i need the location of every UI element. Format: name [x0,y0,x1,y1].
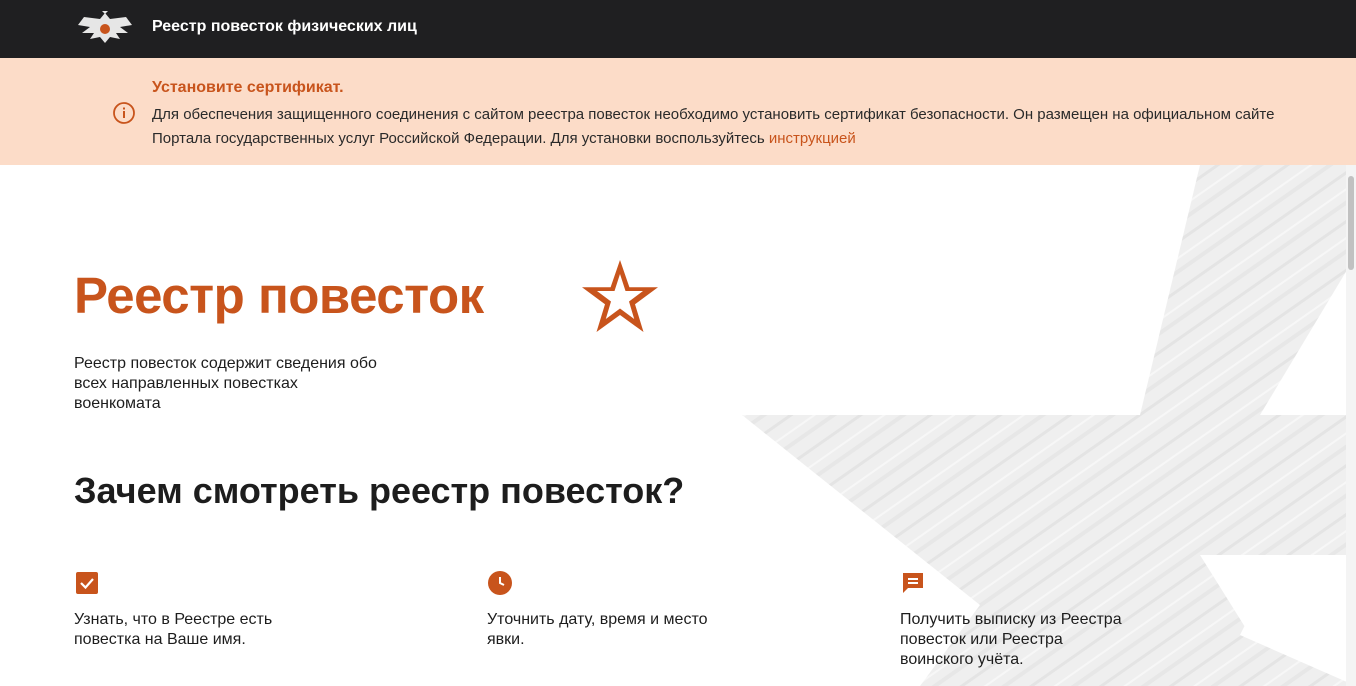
alert-title: Установите сертификат. [152,79,344,96]
message-icon [903,573,923,593]
why-section-title: Зачем смотреть реестр повесток? [74,470,685,511]
scrollbar-thumb[interactable] [1348,176,1354,270]
alert-message: Для обеспечения защищенного соединения с… [152,106,1275,147]
info-circle-icon [113,102,135,124]
feature-item-clock: Уточнить дату, время и место явки. [487,570,717,648]
feature-text: Узнать, что в Реестре есть повестка на В… [74,611,273,648]
feature-text: Уточнить дату, время и место явки. [487,611,708,648]
feature-item-message: Получить выписку из Реестра повесток или… [900,570,1130,668]
instruction-link[interactable]: инструкцией [769,130,856,147]
eagle-emblem-icon[interactable] [76,9,134,47]
site-title[interactable]: Реестр повесток физических лиц [152,18,417,36]
background-star-decoration [742,165,1356,686]
top-navbar: Реестр повесток физических лиц [0,0,1356,58]
feature-item-check: Узнать, что в Реестре есть повестка на В… [74,570,304,648]
clock-icon [488,571,512,595]
army-star-icon [582,260,658,332]
alert-text: Для обеспечения защищенного соединения с… [152,103,1282,151]
hero-title: Реестр повесток [74,267,484,324]
certificate-alert: Установите сертификат. Для обеспечения з… [0,58,1356,165]
feature-text: Получить выписку из Реестра повесток или… [900,611,1122,668]
checkbox-icon [76,572,98,594]
hero-description: Реестр повесток содержит сведения обо вс… [74,355,377,412]
